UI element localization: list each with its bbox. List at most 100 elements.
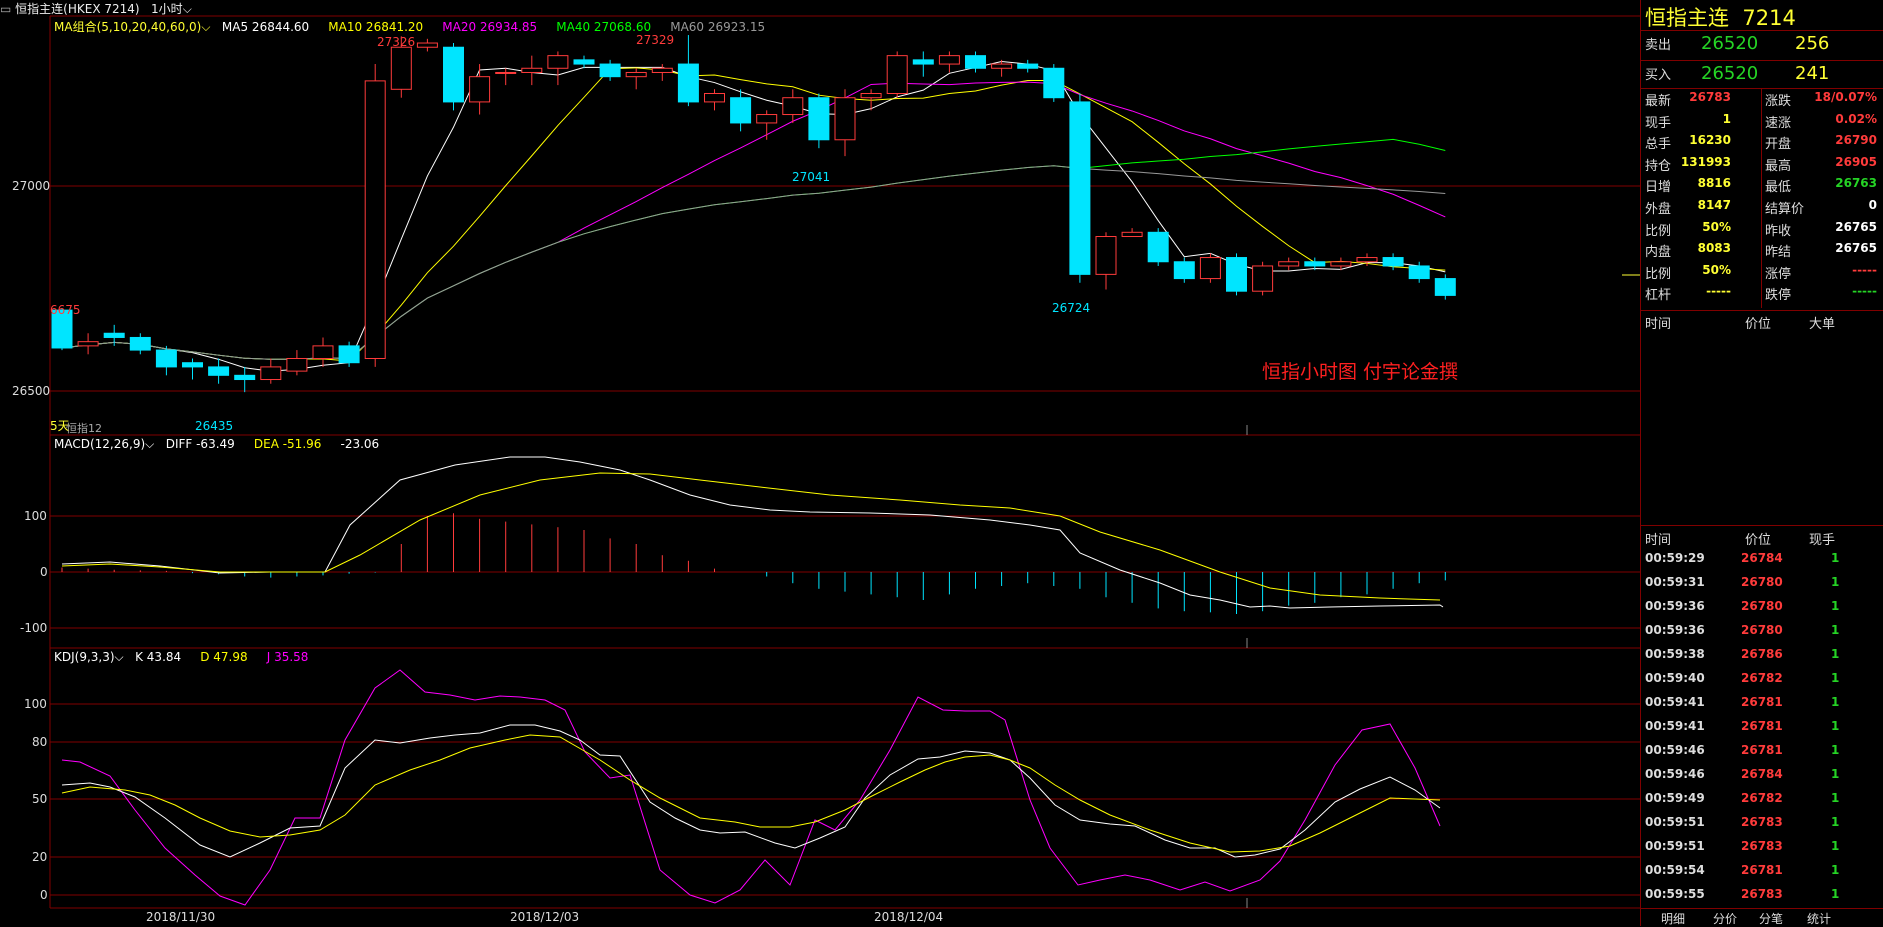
stats-row: 比例 50% 涨停 ----- <box>1645 263 1881 283</box>
candle-body <box>1173 261 1195 280</box>
stat-label: 日增 <box>1645 180 1672 196</box>
stat-label: 涨跌 <box>1765 94 1792 109</box>
stats-row: 内盘 8083 昨结 26765 <box>1645 241 1881 261</box>
tick-row: 00:59:54 26781 1 <box>1645 863 1881 883</box>
candle-body <box>625 71 647 78</box>
candle-body <box>547 55 569 69</box>
tick-time: 00:59:46 <box>1645 767 1705 781</box>
x-tick-1: 2018/11/30 <box>146 910 215 924</box>
tick-row: 00:59:36 26780 1 <box>1645 623 1881 643</box>
candle-body <box>182 362 203 368</box>
candle-body <box>938 55 960 65</box>
stat-value: 8147 <box>1697 198 1731 212</box>
tick-time: 00:59:38 <box>1645 647 1705 661</box>
stats-row: 最新 26783 涨跌 18/0.07% <box>1645 90 1881 110</box>
candle-body <box>1017 63 1039 69</box>
tick-row: 00:59:41 26781 1 <box>1645 719 1881 739</box>
buy-price: 26520 <box>1701 63 1759 84</box>
tick-time: 00:59:54 <box>1645 863 1705 877</box>
tick-volume: 1 <box>1831 647 1840 661</box>
candle-body <box>416 42 438 48</box>
kdj-indicator-select[interactable]: KDJ(9,3,3)⌵ <box>54 650 124 664</box>
stat-value: 18/0.07% <box>1814 90 1877 104</box>
candle-body <box>1356 257 1378 263</box>
tick-time: 00:59:51 <box>1645 839 1705 853</box>
ma-indicator-select[interactable]: MA组合(5,10,20,40,60,0)⌵ <box>54 20 210 34</box>
kdj-lines <box>61 669 1441 906</box>
candle-body <box>599 63 621 78</box>
candle-body <box>1408 265 1430 280</box>
stat-value: 8816 <box>1697 176 1731 191</box>
tick-price: 26780 <box>1741 623 1783 637</box>
buy-row: 买入 26520 241 <box>1645 63 1881 88</box>
candle-body <box>991 63 1013 69</box>
sell-row: 卖出 26520 256 <box>1645 33 1881 58</box>
candle-body <box>860 93 882 99</box>
buy-label: 买入 <box>1645 68 1672 83</box>
stat-label: 现手 <box>1645 115 1672 131</box>
kdj-j: J 35.58 <box>266 650 309 664</box>
tick-time: 00:59:40 <box>1645 671 1705 685</box>
candle-body <box>912 59 934 65</box>
tick-time: 00:59:41 <box>1645 719 1705 733</box>
tick-row: 00:59:51 26783 1 <box>1645 839 1881 859</box>
tick-row: 00:59:41 26781 1 <box>1645 695 1881 715</box>
stat-label: 杠杆 <box>1645 288 1672 304</box>
tick-row: 00:59:51 26783 1 <box>1645 815 1881 835</box>
tick-volume: 1 <box>1831 839 1840 853</box>
tick-time: 00:59:36 <box>1645 623 1705 637</box>
kdj-tick-50: 50 <box>32 792 47 806</box>
stats-row: 杠杆 ----- 跌停 ----- <box>1645 284 1881 304</box>
tab-stats[interactable]: 统计 <box>1807 910 1831 927</box>
stat-value: 1 <box>1722 111 1731 126</box>
candle-body <box>443 46 464 103</box>
candle-body <box>651 67 673 73</box>
macd-tick-0: 0 <box>40 565 48 579</box>
candle-body <box>1199 257 1221 280</box>
big-order-header: 时间 价位 大单 <box>1645 313 1881 332</box>
kdj-indicator-label: KDJ(9,3,3) <box>54 650 115 664</box>
macd-indicator-select[interactable]: MACD(12,26,9)⌵ <box>54 437 154 451</box>
ma-indicator-label: MA组合(5,10,20,40,60,0) <box>54 20 202 34</box>
annotation-high-1: 27326 <box>377 35 415 49</box>
tick-row: 00:59:49 26782 1 <box>1645 791 1881 811</box>
macd-diff: DIFF -63.49 <box>165 437 235 451</box>
candles <box>51 35 1456 393</box>
stat-value: 26905 <box>1835 154 1877 169</box>
sell-price: 26520 <box>1701 33 1759 54</box>
candle-body <box>1095 236 1117 275</box>
candle-body <box>286 357 308 372</box>
macd-tick-100: 100 <box>24 509 47 523</box>
candle-body <box>208 366 230 376</box>
tick-time: 00:59:46 <box>1645 743 1705 757</box>
stats-row: 外盘 8147 结算价 0 <box>1645 198 1881 218</box>
tab-detail[interactable]: 明细 <box>1661 910 1685 927</box>
sell-volume: 256 <box>1795 33 1830 54</box>
tick-row: 00:59:46 26781 1 <box>1645 743 1881 763</box>
stats-row: 总手 16230 开盘 26790 <box>1645 133 1881 153</box>
tick-volume: 1 <box>1831 767 1840 781</box>
annotation-high-2: 27329 <box>636 33 674 47</box>
watermark-text: 恒指小时图 付宇论金撰 <box>1262 361 1458 383</box>
chart-canvas[interactable]: 恒指小时图 付宇论金撰 27326 27329 27041 26724 2643… <box>0 0 1640 926</box>
stat-value: 0.02% <box>1835 111 1877 126</box>
stat-value: ----- <box>1706 284 1731 299</box>
tab-price[interactable]: 分价 <box>1713 910 1737 927</box>
stat-label: 最高 <box>1765 158 1792 174</box>
instrument-code: 7214 <box>1742 6 1796 30</box>
ma20-line <box>61 81 1446 360</box>
stat-label: 最新 <box>1645 94 1672 109</box>
big-header-volume: 大单 <box>1809 317 1836 332</box>
macd-lines <box>61 456 1444 609</box>
candle-body <box>469 76 491 103</box>
tab-trades[interactable]: 分笔 <box>1759 910 1783 927</box>
candle-body <box>1069 101 1091 275</box>
kdj-legend: KDJ(9,3,3)⌵ K 43.84 D 47.98 J 35.58 <box>54 650 308 665</box>
candle-body <box>364 80 386 359</box>
stat-value: 8083 <box>1697 241 1731 256</box>
kdj-k: K 43.84 <box>135 650 182 664</box>
tick-row: 00:59:55 26783 1 <box>1645 887 1881 907</box>
ma5-value: MA5 26844.60 <box>221 20 310 34</box>
stat-label: 持仓 <box>1645 158 1672 174</box>
tick-time: 00:59:51 <box>1645 815 1705 829</box>
